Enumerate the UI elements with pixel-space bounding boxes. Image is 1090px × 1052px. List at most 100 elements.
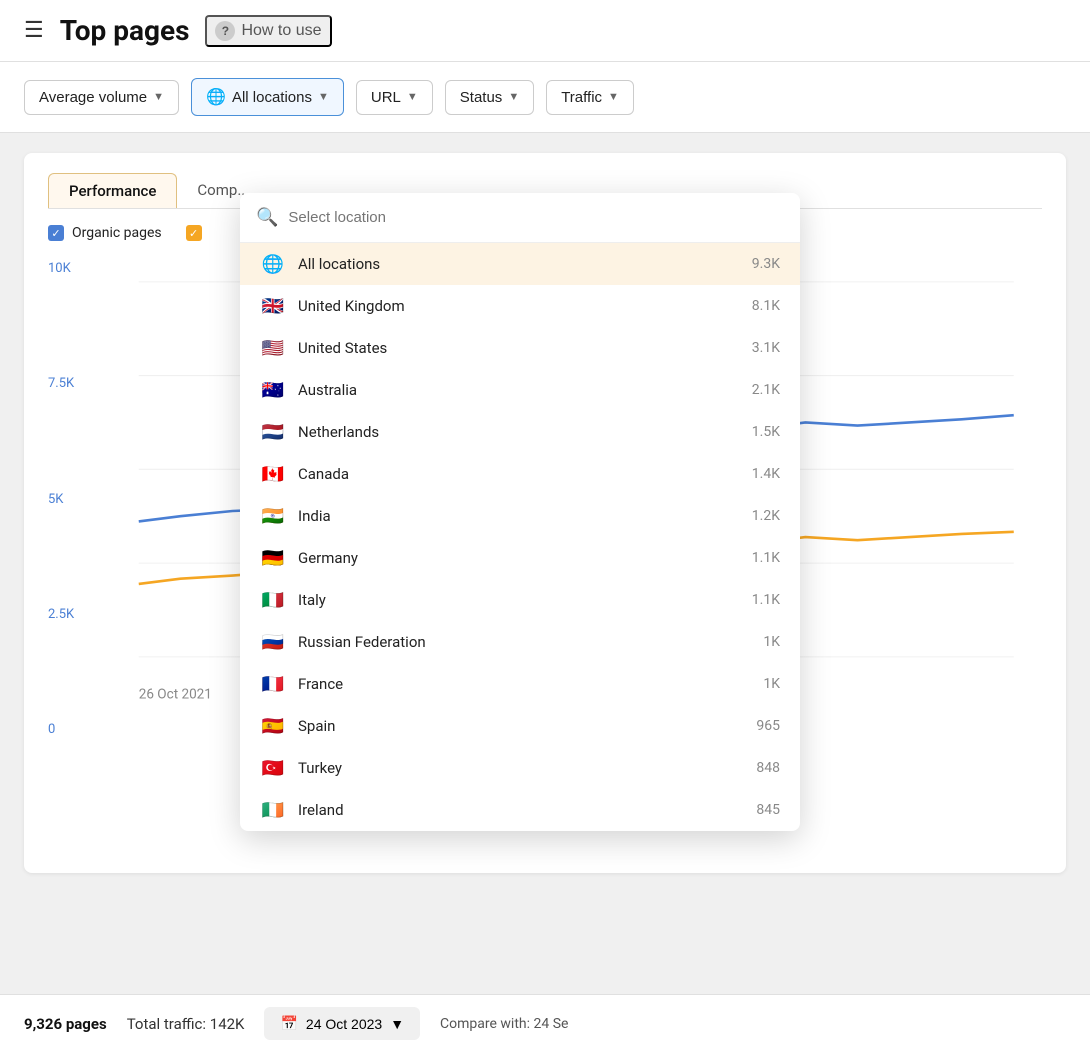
legend-organic: ✓ Organic pages bbox=[48, 225, 162, 241]
flag-icon-9: 🇷🇺 bbox=[260, 633, 286, 651]
traffic-text: Total traffic: 142K bbox=[127, 1015, 245, 1033]
y-label-10k: 10K bbox=[48, 261, 74, 276]
country-count-10: 1K bbox=[763, 676, 780, 692]
country-name-11: Spain bbox=[298, 717, 744, 735]
country-name-12: Turkey bbox=[298, 759, 744, 777]
country-count-11: 965 bbox=[756, 718, 780, 734]
status-label: Status bbox=[460, 89, 503, 106]
page-title: Top pages bbox=[60, 14, 190, 47]
country-count-12: 848 bbox=[756, 760, 780, 776]
how-to-use-button[interactable]: ? How to use bbox=[205, 15, 331, 47]
chevron-down-icon-2: ▼ bbox=[318, 91, 329, 103]
country-count-0: 9.3K bbox=[752, 256, 780, 272]
dropdown-item-italy[interactable]: 🇮🇹 Italy 1.1K bbox=[240, 579, 800, 621]
country-name-4: Netherlands bbox=[298, 423, 740, 441]
flag-icon-12: 🇹🇷 bbox=[260, 759, 286, 777]
flag-icon-11: 🇪🇸 bbox=[260, 717, 286, 735]
date-label: 24 Oct 2023 bbox=[306, 1016, 382, 1032]
traffic-button[interactable]: Traffic ▼ bbox=[546, 80, 634, 115]
svg-text:26 Oct 2021: 26 Oct 2021 bbox=[139, 687, 212, 703]
country-name-3: Australia bbox=[298, 381, 740, 399]
calendar-icon: 📅 bbox=[280, 1015, 297, 1032]
country-count-1: 8.1K bbox=[752, 298, 780, 314]
dropdown-item-australia[interactable]: 🇦🇺 Australia 2.1K bbox=[240, 369, 800, 411]
chevron-down-icon-5: ▼ bbox=[608, 91, 619, 103]
y-label-75k: 7.5K bbox=[48, 376, 74, 391]
y-label-0: 0 bbox=[48, 722, 74, 737]
country-count-3: 2.1K bbox=[752, 382, 780, 398]
country-count-13: 845 bbox=[756, 802, 780, 818]
dropdown-item-canada[interactable]: 🇨🇦 Canada 1.4K bbox=[240, 453, 800, 495]
location-dropdown[interactable]: 🔍 🌐 All locations 9.3K 🇬🇧 United Kingdom 8.1K… bbox=[240, 193, 800, 831]
toolbar: Average volume ▼ 🌐 All locations ▼ URL ▼… bbox=[0, 62, 1090, 133]
country-name-6: India bbox=[298, 507, 740, 525]
country-count-2: 3.1K bbox=[752, 340, 780, 356]
dropdown-item-netherlands[interactable]: 🇳🇱Netherlands1.5K bbox=[240, 411, 800, 453]
compare-text: Compare with: 24 Se bbox=[440, 1016, 568, 1032]
country-count-9: 1K bbox=[763, 634, 780, 650]
country-name-9: Russian Federation bbox=[298, 633, 751, 651]
all-locations-label: All locations bbox=[232, 89, 312, 106]
tab-performance[interactable]: Performance bbox=[48, 173, 177, 208]
chevron-down-icon: ▼ bbox=[153, 91, 164, 103]
dropdown-item-germany[interactable]: 🇩🇪Germany1.1K bbox=[240, 537, 800, 579]
dropdown-item-india[interactable]: 🇮🇳India1.2K bbox=[240, 495, 800, 537]
dropdown-list: 🌐 All locations 9.3K 🇬🇧 United Kingdom 8.1K 🇺🇸… bbox=[240, 243, 800, 831]
question-icon: ? bbox=[215, 21, 235, 41]
status-bar: 9,326 pages Total traffic: 142K 📅 24 Oct… bbox=[0, 994, 1090, 1052]
country-count-4: 1.5K bbox=[752, 424, 780, 440]
checkbox-orange[interactable]: ✓ bbox=[186, 225, 202, 241]
avg-volume-button[interactable]: Average volume ▼ bbox=[24, 80, 179, 115]
all-locations-button[interactable]: 🌐 All locations ▼ bbox=[191, 78, 344, 116]
url-button[interactable]: URL ▼ bbox=[356, 80, 433, 115]
status-button[interactable]: Status ▼ bbox=[445, 80, 534, 115]
chevron-down-icon-date: ▼ bbox=[390, 1016, 404, 1032]
organic-pages-label: Organic pages bbox=[72, 225, 162, 241]
legend-orange: ✓ bbox=[186, 225, 210, 241]
date-button[interactable]: 📅 24 Oct 2023 ▼ bbox=[264, 1007, 420, 1040]
checkbox-blue[interactable]: ✓ bbox=[48, 225, 64, 241]
country-name-7: Germany bbox=[298, 549, 740, 567]
flag-icon-13: 🇮🇪 bbox=[260, 801, 286, 819]
flag-icon-1: 🇬🇧 bbox=[260, 297, 286, 315]
flag-icon-5: 🇨🇦 bbox=[260, 465, 286, 483]
pages-count: 9,326 pages bbox=[24, 1015, 107, 1033]
chevron-down-icon-4: ▼ bbox=[508, 91, 519, 103]
flag-icon-10: 🇫🇷 bbox=[260, 675, 286, 693]
country-name-5: Canada bbox=[298, 465, 740, 483]
dropdown-item-united-states[interactable]: 🇺🇸 United States 3.1K bbox=[240, 327, 800, 369]
flag-icon-3: 🇦🇺 bbox=[260, 381, 286, 399]
page-header: ☰ Top pages ? How to use bbox=[0, 0, 1090, 62]
dropdown-item-russian-federation[interactable]: 🇷🇺 Russian Federation 1K bbox=[240, 621, 800, 663]
chevron-down-icon-3: ▼ bbox=[407, 91, 418, 103]
y-label-5k: 5K bbox=[48, 492, 74, 507]
country-name-0: All locations bbox=[298, 255, 740, 273]
flag-icon-7: 🇩🇪 bbox=[260, 549, 286, 567]
url-label: URL bbox=[371, 89, 401, 106]
country-name-2: United States bbox=[298, 339, 740, 357]
dropdown-item-ireland[interactable]: 🇮🇪 Ireland 845 bbox=[240, 789, 800, 831]
flag-icon-6: 🇮🇳 bbox=[260, 507, 286, 525]
menu-icon[interactable]: ☰ bbox=[24, 18, 44, 43]
dropdown-item-france[interactable]: 🇫🇷 France 1K bbox=[240, 663, 800, 705]
country-name-13: Ireland bbox=[298, 801, 744, 819]
dropdown-item-all-locations[interactable]: 🌐 All locations 9.3K bbox=[240, 243, 800, 285]
globe-icon: 🌐 bbox=[206, 87, 226, 107]
search-icon: 🔍 bbox=[256, 207, 278, 228]
country-count-5: 1.4K bbox=[752, 466, 780, 482]
flag-icon-8: 🇮🇹 bbox=[260, 591, 286, 609]
flag-icon-0: 🌐 bbox=[260, 255, 286, 273]
dropdown-item-united-kingdom[interactable]: 🇬🇧 United Kingdom 8.1K bbox=[240, 285, 800, 327]
traffic-label: Traffic bbox=[561, 89, 602, 106]
dropdown-item-turkey[interactable]: 🇹🇷 Turkey 848 bbox=[240, 747, 800, 789]
flag-icon-2: 🇺🇸 bbox=[260, 339, 286, 357]
y-axis-labels: 10K 7.5K 5K 2.5K 0 bbox=[48, 261, 74, 761]
country-name-8: Italy bbox=[298, 591, 740, 609]
location-search-input[interactable] bbox=[288, 209, 784, 226]
dropdown-item-spain[interactable]: 🇪🇸 Spain 965 bbox=[240, 705, 800, 747]
main-content: Performance Comp... ✓ Organic pages ✓ 10… bbox=[0, 133, 1090, 893]
how-to-use-label: How to use bbox=[241, 22, 321, 40]
country-name-10: France bbox=[298, 675, 751, 693]
country-count-8: 1.1K bbox=[752, 592, 780, 608]
country-name-1: United Kingdom bbox=[298, 297, 740, 315]
